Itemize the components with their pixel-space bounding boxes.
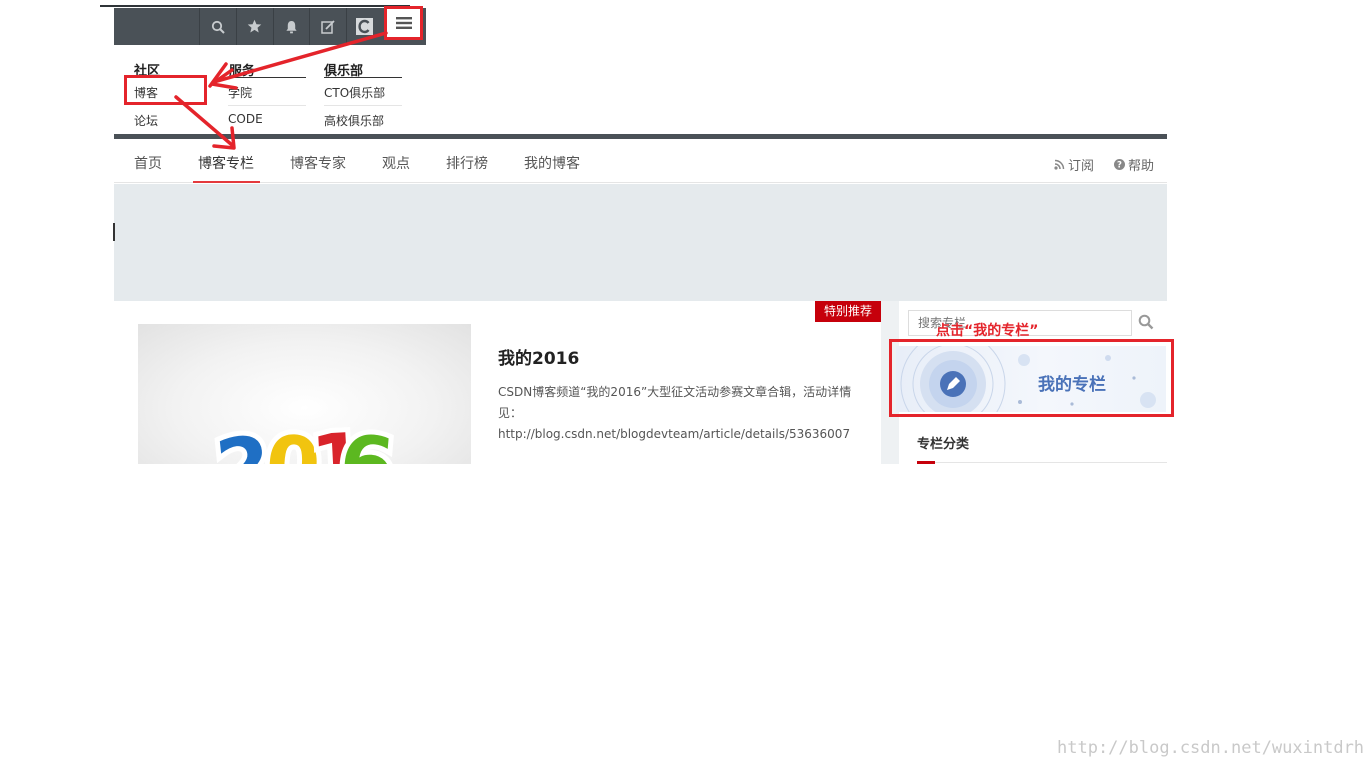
- featured-image[interactable]: 2 0 1 6: [138, 324, 471, 464]
- category-title: 专栏分类: [917, 437, 970, 452]
- nav-active-indicator: [193, 181, 260, 183]
- category-divider: [917, 462, 1167, 463]
- csdn-logo-icon[interactable]: [346, 8, 382, 45]
- featured-description: CSDN博客频道“我的2016”大型征文活动参赛文章合辑，活动详情见：http:…: [498, 385, 852, 441]
- banner-area: [114, 184, 1167, 301]
- menu-button[interactable]: [384, 6, 423, 40]
- featured-title[interactable]: 我的2016: [498, 344, 579, 369]
- menu-separator: [324, 105, 402, 106]
- nav-item-my-blog[interactable]: 我的博客: [524, 153, 580, 173]
- nav-item-blog-column[interactable]: 博客专栏: [198, 153, 254, 173]
- featured-tag: 特别推荐: [815, 301, 881, 322]
- annotation-hint: 点击“我的专栏”: [936, 323, 1039, 339]
- toolbar-top-border: [100, 5, 410, 7]
- channel-nav: [114, 139, 1167, 183]
- menu-item-cto-club[interactable]: CTO俱乐部: [324, 84, 385, 101]
- nav-item-blog-experts[interactable]: 博客专家: [290, 153, 346, 173]
- menu-divider: [229, 77, 306, 78]
- menu-separator: [228, 105, 306, 106]
- search-icon[interactable]: [1138, 314, 1158, 334]
- annotation-highlight-my-column: [889, 339, 1174, 417]
- annotation-highlight-blog: [124, 75, 207, 105]
- menu-item-campus-club[interactable]: 高校俱乐部: [324, 112, 384, 129]
- menu-divider: [324, 77, 402, 78]
- help-icon: ?: [1114, 159, 1125, 170]
- svg-text:?: ?: [1117, 161, 1122, 170]
- watermark: http://blog.csdn.net/wuxintdrh: [1057, 738, 1365, 758]
- menu-item-forum[interactable]: 论坛: [134, 112, 158, 129]
- star-icon[interactable]: [236, 8, 272, 45]
- menu-item-code[interactable]: CODE: [228, 112, 263, 126]
- subscribe-label: 订阅: [1068, 159, 1095, 174]
- category-accent: [917, 461, 935, 464]
- rss-icon: [1054, 159, 1065, 170]
- page-edge-marker: [113, 223, 115, 241]
- edit-icon[interactable]: [309, 8, 345, 45]
- nav-item-home[interactable]: 首页: [134, 153, 162, 173]
- subscribe-link[interactable]: 订阅: [1054, 155, 1094, 174]
- nav-item-viewpoints[interactable]: 观点: [382, 153, 410, 173]
- search-icon[interactable]: [199, 8, 235, 45]
- nav-item-rankings[interactable]: 排行榜: [446, 153, 488, 173]
- menu-item-academy[interactable]: 学院: [228, 84, 252, 101]
- help-link[interactable]: ? 帮助: [1114, 155, 1154, 174]
- help-label: 帮助: [1128, 159, 1155, 174]
- bell-icon[interactable]: [273, 8, 309, 45]
- menu-icon: [395, 17, 412, 29]
- svg-text:6: 6: [336, 419, 398, 464]
